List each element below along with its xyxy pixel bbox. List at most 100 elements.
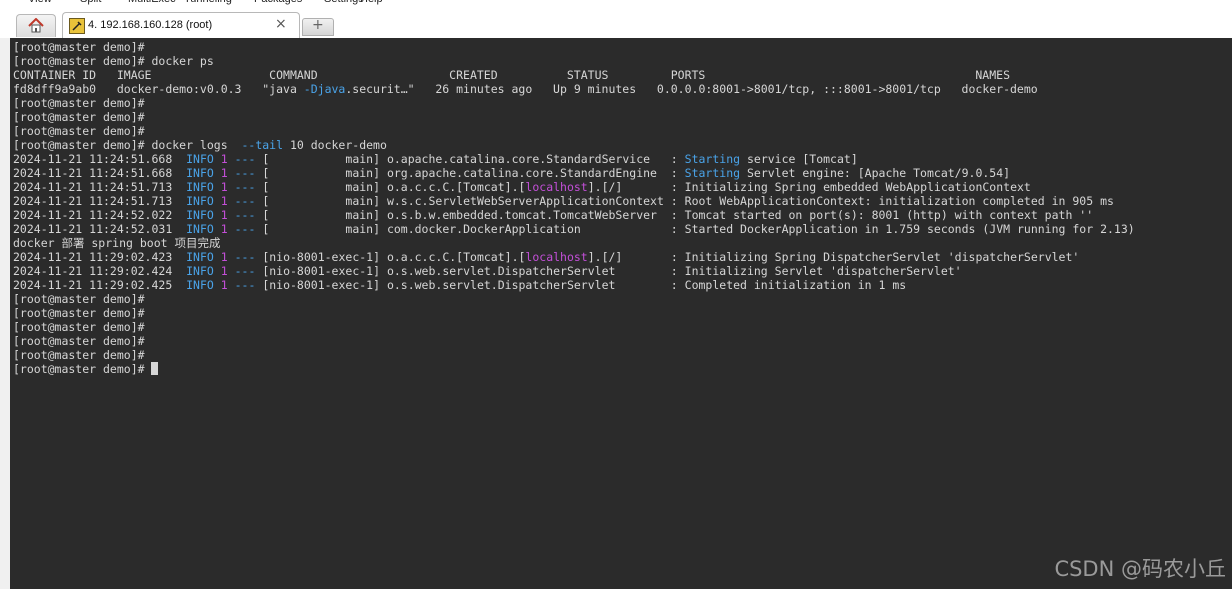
terminal-line: 2024-11-21 11:24:51.713 INFO 1 --- [ mai… — [13, 194, 1135, 208]
terminal-text: 1 — [220, 250, 228, 264]
terminal-line: [root@master demo]# — [13, 110, 1135, 124]
terminal-text: ].[/] : Initializing Spring embedded Web… — [587, 180, 1031, 194]
tab-bar: 4. 192.168.160.128 (root) × + — [0, 8, 1232, 39]
terminal-line: 2024-11-21 11:29:02.425 INFO 1 --- [nio-… — [13, 278, 1135, 292]
new-tab-button[interactable]: + — [302, 17, 334, 36]
terminal-line: [root@master demo]# — [13, 40, 1135, 54]
terminal-text: 1 — [220, 208, 228, 222]
terminal-text: 1 — [220, 166, 228, 180]
terminal-text: [ main] org.apache.catalina.core.Standar… — [255, 166, 685, 180]
terminal-text: 1 — [220, 222, 228, 236]
menu-item[interactable]: Packages — [254, 0, 302, 5]
terminal-text: INFO — [186, 278, 214, 292]
terminal-text: INFO — [186, 222, 214, 236]
terminal-text: 2024-11-21 11:24:52.031 — [13, 222, 187, 236]
terminal-text: INFO — [186, 264, 214, 278]
plus-icon: + — [312, 17, 324, 33]
menu-bar: View Split MultiExec Tunneling Packages Setti… — [0, 0, 1232, 8]
terminal-text: 2024-11-21 11:24:51.713 — [13, 180, 187, 194]
terminal-text: 2024-11-21 11:29:02.424 — [13, 264, 187, 278]
terminal-text: Starting — [684, 152, 741, 166]
terminal-text: [root@master demo]# — [13, 40, 145, 54]
terminal-line: [root@master demo]# — [13, 362, 1135, 376]
terminal-text: [nio-8001-exec-1] o.s.web.servlet.Dispat… — [255, 264, 962, 278]
terminal-text: [ main] o.s.b.w.embedded.tomcat.TomcatWe… — [255, 208, 1094, 222]
terminal-line: 2024-11-21 11:29:02.424 INFO 1 --- [nio-… — [13, 264, 1135, 278]
menu-item[interactable]: Tunneling — [184, 0, 232, 5]
terminal-text: -Djava — [303, 82, 346, 96]
terminal-line: 2024-11-21 11:24:52.031 INFO 1 --- [ mai… — [13, 222, 1135, 236]
terminal-text: [ main] o.a.c.c.C.[Tomcat].[ — [255, 180, 526, 194]
terminal-cursor — [151, 362, 159, 375]
terminal-line: [root@master demo]# — [13, 96, 1135, 110]
terminal-line: [root@master demo]# — [13, 320, 1135, 334]
terminal-text: INFO — [186, 152, 214, 166]
terminal-text: docker 部署 spring boot 项目完成 — [13, 236, 221, 250]
terminal-text: --- — [234, 166, 256, 180]
tab-label: 4. 192.168.160.128 (root) — [88, 19, 213, 31]
terminal-text: --- — [234, 208, 256, 222]
terminal-text: [ main] o.apache.catalina.core.StandardS… — [255, 152, 685, 166]
terminal-line: 2024-11-21 11:24:51.668 INFO 1 --- [ mai… — [13, 152, 1135, 166]
menu-item[interactable]: Split — [80, 0, 101, 5]
terminal-line: [root@master demo]# — [13, 348, 1135, 362]
terminal-text: 2024-11-21 11:24:51.668 — [13, 152, 187, 166]
terminal-line: 2024-11-21 11:24:51.713 INFO 1 --- [ mai… — [13, 180, 1135, 194]
terminal-text: 1 — [220, 264, 228, 278]
close-icon[interactable]: × — [275, 16, 287, 32]
terminal-text: [root@master demo]# — [13, 292, 145, 306]
home-tab-button[interactable] — [16, 14, 56, 37]
terminal-text: 2024-11-21 11:29:02.425 — [13, 278, 187, 292]
terminal-text: fd8dff9a9ab0 docker-demo:v0.0.3 "java — [13, 82, 304, 96]
terminal-line: fd8dff9a9ab0 docker-demo:v0.0.3 "java -D… — [13, 82, 1135, 96]
terminal-text: 2024-11-21 11:24:52.022 — [13, 208, 187, 222]
menu-item[interactable]: MultiExec — [128, 0, 176, 5]
terminal-line: [root@master demo]# docker logs --tail 1… — [13, 138, 1135, 152]
terminal-text: [root@master demo]# — [13, 110, 145, 124]
terminal-text: 1 — [220, 152, 228, 166]
terminal-text: --- — [234, 278, 256, 292]
terminal-text: [nio-8001-exec-1] o.a.c.c.C.[Tomcat].[ — [255, 250, 526, 264]
menu-item[interactable]: Settings — [324, 0, 364, 5]
menu-item[interactable]: View — [28, 0, 52, 5]
terminal-text: [root@master demo]# docker logs — [13, 138, 242, 152]
terminal-text: [ main] w.s.c.ServletWebServerApplicatio… — [255, 194, 1114, 208]
terminal-text: [root@master demo]# — [13, 306, 145, 320]
terminal-text: [root@master demo]# — [13, 334, 145, 348]
terminal-text: [root@master demo]# — [13, 348, 145, 362]
menu-item[interactable]: Help — [360, 0, 383, 5]
terminal-text: 2024-11-21 11:24:51.668 — [13, 166, 187, 180]
terminal-text: 2024-11-21 11:24:51.713 — [13, 194, 187, 208]
terminal[interactable]: [root@master demo]# [root@master demo]# d… — [10, 38, 1232, 589]
terminal-text: INFO — [186, 208, 214, 222]
terminal-text: Servlet engine: [Apache Tomcat/9.0.54] — [740, 166, 1011, 180]
terminal-text: [root@master demo]# — [13, 96, 145, 110]
terminal-text: INFO — [186, 166, 214, 180]
tab-active-session[interactable]: 4. 192.168.160.128 (root) × — [62, 12, 300, 39]
terminal-text: 1 — [220, 194, 228, 208]
terminal-text: [nio-8001-exec-1] o.s.web.servlet.Dispat… — [255, 278, 907, 292]
terminal-line: [root@master demo]# — [13, 334, 1135, 348]
terminal-text: ].[/] : Initializing Spring DispatcherSe… — [587, 250, 1080, 264]
terminal-text: 1 — [220, 278, 228, 292]
terminal-text: --- — [234, 222, 256, 236]
terminal-line: [root@master demo]# — [13, 124, 1135, 138]
terminal-text: INFO — [186, 194, 214, 208]
terminal-text: [root@master demo]# — [13, 124, 145, 138]
terminal-text: 10 docker-demo — [283, 138, 387, 152]
terminal-line: 2024-11-21 11:24:52.022 INFO 1 --- [ mai… — [13, 208, 1135, 222]
